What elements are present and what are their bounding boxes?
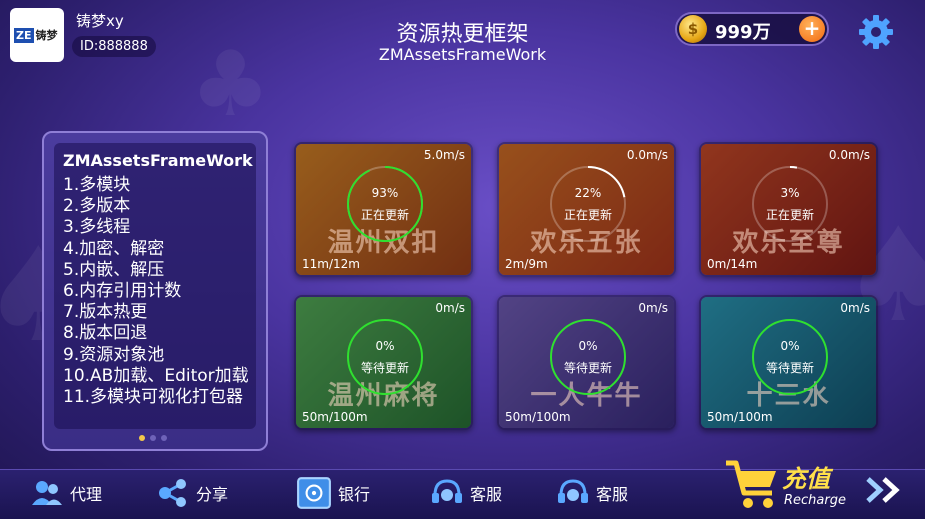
headset-icon <box>432 479 462 503</box>
progress-arc <box>347 166 423 242</box>
update-status: 正在更新 <box>563 208 612 222</box>
game-card-huanle-zhizun[interactable]: 0.0m/s 欢乐至尊 0m/14m 3% 正在更新 <box>699 142 878 277</box>
nav-service-label-2: 客服 <box>596 485 629 504</box>
progress-percent: 3% <box>780 186 800 200</box>
recharge-label: 充值 <box>782 465 830 493</box>
bank-icon <box>297 477 331 509</box>
progress-ring: 93% 正在更新 <box>345 164 425 244</box>
feature-item: 8.版本回退 <box>63 323 148 344</box>
progress-ring: 0% 等待更新 <box>345 317 425 397</box>
download-speed: 0.0m/s <box>626 148 668 162</box>
nav-bank-label: 银行 <box>338 485 371 504</box>
nav-bank-button[interactable]: 银行 <box>296 475 370 511</box>
progress-ring-graphic <box>550 166 626 242</box>
gear-icon[interactable] <box>856 12 896 52</box>
feature-list: 1.多模块 2.多版本 3.多线程 4.加密、解密 5.内嵌、解压 6.内存引用… <box>63 175 249 408</box>
progress-ring: 22% 正在更新 <box>548 164 628 244</box>
recharge-button[interactable]: 充值 Recharge <box>722 455 922 515</box>
feature-title: ZMAssetsFrameWork <box>63 151 253 170</box>
download-size: 50m/100m <box>302 410 368 424</box>
double-chevron-icon <box>866 477 900 503</box>
feature-item: 11.多模块可视化打包器 <box>63 387 244 408</box>
nav-share-button[interactable]: 分享 <box>156 477 228 509</box>
page-dot[interactable] <box>139 435 145 441</box>
headset-icon <box>558 479 588 503</box>
feature-item: 6.内存引用计数 <box>63 281 182 302</box>
nav-service-button-2[interactable]: 客服 <box>556 477 628 509</box>
progress-ring: 3% 正在更新 <box>750 164 830 244</box>
nav-service-button-1[interactable]: 客服 <box>430 477 502 509</box>
download-speed: 0.0m/s <box>828 148 870 162</box>
progress-percent: 0% <box>578 339 598 353</box>
page-dot[interactable] <box>150 435 156 441</box>
add-gold-button[interactable]: + <box>799 16 825 42</box>
agent-icon <box>32 481 62 505</box>
progress-ring: 0% 等待更新 <box>750 317 830 397</box>
feature-item: 5.内嵌、解压 <box>63 259 165 280</box>
game-card-huanle-wuzhang[interactable]: 0.0m/s 欢乐五张 2m/9m 22% 正在更新 <box>497 142 676 277</box>
page-subtitle: ZMAssetsFrameWork <box>378 45 547 64</box>
game-card-wenzhou-majiang[interactable]: 0m/s 温州麻将 50m/100m 0% 等待更新 <box>294 295 473 430</box>
download-size: 11m/12m <box>302 257 360 271</box>
nav-agent-label: 代理 <box>70 485 103 504</box>
progress-ring-graphic <box>752 166 828 242</box>
feature-item: 1.多模块 <box>63 175 131 195</box>
progress-percent: 93% <box>371 186 399 200</box>
download-speed: 0m/s <box>435 301 465 315</box>
download-size: 2m/9m <box>505 257 548 271</box>
page-indicator <box>139 435 167 441</box>
download-speed: 5.0m/s <box>423 148 465 162</box>
update-status: 正在更新 <box>765 208 814 222</box>
gold-value: 999万 <box>715 22 771 43</box>
download-size: 50m/100m <box>707 410 773 424</box>
cart-icon <box>726 460 776 508</box>
coin-icon: $ <box>679 15 707 43</box>
feature-item: 10.AB加载、Editor加载 <box>63 365 249 386</box>
download-size: 50m/100m <box>505 410 571 424</box>
progress-percent: 0% <box>375 339 395 353</box>
page-dot[interactable] <box>161 435 167 441</box>
gold-balance: $ 999万 + <box>675 12 829 46</box>
game-card-yiren-niuniu[interactable]: 0m/s 一人牛牛 50m/100m 0% 等待更新 <box>497 295 676 430</box>
progress-ring-graphic <box>347 166 423 242</box>
feature-panel: ZMAssetsFrameWork 1.多模块 2.多版本 3.多线程 4.加密… <box>42 131 268 451</box>
download-size: 0m/14m <box>707 257 758 271</box>
nav-share-label: 分享 <box>196 485 229 504</box>
download-speed: 0m/s <box>840 301 870 315</box>
progress-ring: 0% 等待更新 <box>548 317 628 397</box>
progress-ring-graphic <box>550 319 626 395</box>
nav-agent-button[interactable]: 代理 <box>30 477 102 509</box>
update-status: 等待更新 <box>765 361 814 375</box>
update-status: 等待更新 <box>360 361 409 375</box>
share-icon <box>159 479 186 507</box>
feature-item: 2.多版本 <box>63 196 131 217</box>
game-card-shisanshui[interactable]: 0m/s 十三水 50m/100m 0% 等待更新 <box>699 295 878 430</box>
update-status: 正在更新 <box>360 208 409 222</box>
nav-service-label-1: 客服 <box>470 485 503 504</box>
game-card-wenzhou-shuangkou[interactable]: 5.0m/s 温州双扣 11m/12m 93% 正在更新 <box>294 142 473 277</box>
progress-percent: 0% <box>780 339 800 353</box>
progress-percent: 22% <box>574 186 602 200</box>
feature-item: 7.版本热更 <box>63 302 148 323</box>
feature-panel-inner: ZMAssetsFrameWork 1.多模块 2.多版本 3.多线程 4.加密… <box>54 143 256 429</box>
progress-ring-graphic <box>347 319 423 395</box>
recharge-sublabel: Recharge <box>784 493 846 508</box>
update-status: 等待更新 <box>563 361 612 375</box>
feature-item: 9.资源对象池 <box>63 344 165 365</box>
progress-ring-graphic <box>752 319 828 395</box>
feature-item: 3.多线程 <box>63 217 131 238</box>
download-speed: 0m/s <box>638 301 668 315</box>
plus-icon: + <box>803 16 821 40</box>
feature-item: 4.加密、解密 <box>63 238 165 259</box>
